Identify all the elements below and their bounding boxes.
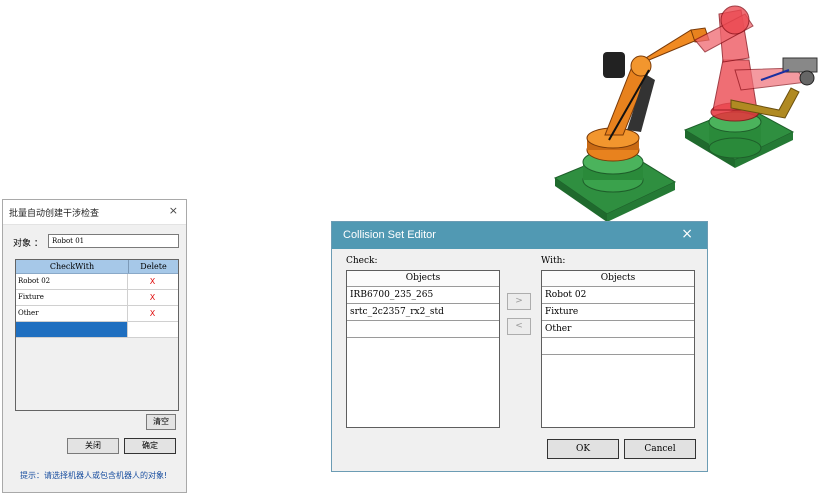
check-objects-header: Objects (347, 271, 499, 287)
batch-collision-dialog: 批量自动创建干涉检查 × 对象 ： Robot 01 CheckWith Del… (2, 199, 187, 493)
cancel-button[interactable]: Cancel (624, 439, 696, 459)
object-input[interactable]: Robot 01 (48, 234, 179, 248)
hint-text: 提示：请选择机器人或包含机器人的对象! (20, 471, 168, 480)
close-icon[interactable]: × (169, 204, 178, 217)
batch-dialog-titlebar[interactable]: 批量自动创建干涉检查 × (3, 200, 186, 225)
clear-button[interactable]: 清空 (146, 414, 176, 430)
with-objects-header: Objects (542, 271, 694, 287)
grid-row[interactable]: Other X (16, 306, 178, 322)
list-item[interactable]: srtc_2c2357_rx2_std (347, 304, 499, 321)
check-objects-list[interactable]: Objects IRB6700_235_265 srtc_2c2357_rx2_… (346, 270, 500, 428)
checkwith-column-header[interactable]: CheckWith (16, 260, 129, 273)
editor-titlebar[interactable]: Collision Set Editor × (332, 222, 707, 249)
list-item[interactable]: IRB6700_235_265 (347, 287, 499, 304)
grid-cell-checkwith[interactable]: Fixture (16, 290, 128, 305)
grid-cell-selected[interactable] (16, 322, 128, 337)
list-item[interactable]: Robot 02 (542, 287, 694, 304)
list-item-empty[interactable] (542, 338, 694, 355)
collision-set-editor-dialog: Collision Set Editor × Check: With: Obje… (331, 221, 708, 472)
grid-cell-checkwith[interactable]: Other (16, 306, 128, 321)
close-icon[interactable]: × (681, 226, 693, 242)
check-label: Check: (346, 256, 378, 266)
delete-row-icon[interactable]: X (128, 290, 177, 305)
list-item-empty[interactable] (347, 321, 499, 338)
list-item[interactable]: Fixture (542, 304, 694, 321)
robot-scene-viewport[interactable] (545, 0, 829, 245)
grid-cell-checkwith[interactable]: Robot 02 (16, 274, 128, 289)
list-item[interactable]: Other (542, 321, 694, 338)
object-label: 对象 ： (13, 239, 43, 249)
ok-button[interactable]: 确定 (124, 438, 176, 454)
editor-title: Collision Set Editor (343, 229, 436, 241)
delete-column-header[interactable]: Delete (129, 260, 178, 273)
checkwith-grid: CheckWith Delete Robot 02 X Fixture X Ot… (15, 259, 179, 411)
with-objects-list[interactable]: Objects Robot 02 Fixture Other (541, 270, 695, 428)
move-left-button[interactable]: < (507, 318, 531, 335)
robot-01-model (553, 27, 710, 222)
grid-cell-delete-empty[interactable] (128, 322, 177, 337)
batch-dialog-title: 批量自动创建干涉检查 (9, 209, 100, 219)
grid-new-row[interactable] (16, 322, 178, 338)
move-right-button[interactable]: > (507, 293, 531, 310)
ok-button[interactable]: OK (547, 439, 619, 459)
grid-header: CheckWith Delete (16, 260, 178, 274)
delete-row-icon[interactable]: X (128, 306, 177, 321)
grid-row[interactable]: Fixture X (16, 290, 178, 306)
delete-row-icon[interactable]: X (128, 274, 177, 289)
with-label: With: (541, 256, 566, 266)
grid-row[interactable]: Robot 02 X (16, 274, 178, 290)
close-button[interactable]: 关闭 (67, 438, 119, 454)
